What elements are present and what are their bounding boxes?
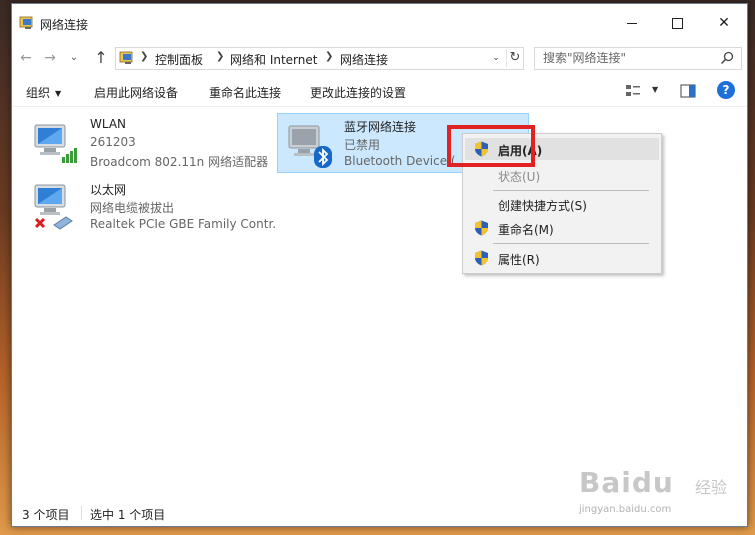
menu-separator bbox=[493, 190, 649, 191]
search-icon[interactable] bbox=[719, 50, 735, 66]
connection-item-ethernet[interactable]: 以太网 网络电缆被拔出 Realtek PCIe GBE Family Cont… bbox=[24, 177, 276, 235]
watermark-brand: Baidu bbox=[579, 466, 674, 499]
menu-item-properties[interactable]: 属性(R) bbox=[465, 247, 659, 269]
menu-item-status[interactable]: 状态(U) bbox=[465, 164, 659, 186]
title-bar: 网络连接 ✕ bbox=[12, 4, 747, 42]
status-divider bbox=[81, 506, 82, 520]
forward-arrow-icon[interactable]: → bbox=[41, 49, 59, 67]
menu-item-rename[interactable]: 重命名(M) bbox=[465, 217, 659, 239]
connection-status: 网络电缆被拔出 bbox=[90, 201, 175, 215]
breadcrumb-network-internet[interactable]: 网络和 Internet bbox=[230, 51, 317, 68]
organize-menu-button[interactable]: 组织 ▼ bbox=[26, 84, 61, 101]
close-button[interactable]: ✕ bbox=[701, 4, 747, 42]
wireless-adapter-icon bbox=[34, 124, 77, 163]
selected-count: 选中 1 个项目 bbox=[90, 508, 166, 522]
breadcrumb-network-connections[interactable]: 网络连接 bbox=[340, 51, 388, 68]
highlight-annotation bbox=[447, 125, 535, 167]
rename-connection-button[interactable]: 重命名此连接 bbox=[209, 84, 281, 101]
address-dropdown-icon[interactable]: ⌄ bbox=[489, 50, 503, 66]
window-title: 网络连接 bbox=[40, 18, 89, 32]
connection-name: WLAN bbox=[90, 117, 127, 131]
bluetooth-adapter-icon bbox=[288, 125, 332, 168]
network-connections-window: 网络连接 ✕ ← → ⌄ ↑ ❯ 控制面板 ❯ 网络和 Internet ❯ 网… bbox=[11, 3, 748, 527]
menu-item-label: 属性(R) bbox=[498, 253, 540, 267]
connection-status: 261203 bbox=[90, 135, 136, 149]
connection-device: Bluetooth Device (P bbox=[344, 154, 456, 168]
menu-separator bbox=[493, 243, 649, 244]
connection-item-wlan[interactable]: WLAN 261203 Broadcom 802.11n 网络适配器 bbox=[24, 113, 274, 171]
search-box[interactable] bbox=[534, 47, 742, 70]
command-bar: 组织 ▼ 启用此网络设备 重命名此连接 更改此连接的设置 ▼ ? bbox=[12, 76, 747, 107]
recent-locations-chevron-icon[interactable]: ⌄ bbox=[65, 49, 83, 67]
breadcrumb-control-panel[interactable]: 控制面板 bbox=[155, 51, 203, 68]
organize-label: 组织 bbox=[26, 86, 51, 100]
change-settings-button[interactable]: 更改此连接的设置 bbox=[310, 84, 406, 101]
connection-device: Broadcom 802.11n 网络适配器 bbox=[90, 155, 269, 169]
connection-name: 以太网 bbox=[90, 183, 127, 197]
control-panel-icon bbox=[119, 51, 133, 64]
breadcrumb-separator-icon[interactable]: ❯ bbox=[140, 51, 148, 62]
minimize-button[interactable] bbox=[609, 4, 655, 42]
menu-item-label: 创建快捷方式(S) bbox=[498, 199, 587, 213]
chevron-down-icon: ▼ bbox=[55, 89, 62, 98]
menu-item-label: 状态(U) bbox=[498, 170, 541, 184]
connection-name: 蓝牙网络连接 bbox=[344, 120, 417, 134]
maximize-button[interactable] bbox=[655, 4, 701, 42]
ethernet-adapter-icon bbox=[34, 184, 73, 230]
menu-item-create-shortcut[interactable]: 创建快捷方式(S) bbox=[465, 193, 659, 215]
preview-pane-icon[interactable] bbox=[680, 84, 696, 98]
address-bar[interactable]: ❯ 控制面板 ❯ 网络和 Internet ❯ 网络连接 ⌄ ↻ bbox=[115, 47, 524, 70]
breadcrumb-separator-icon[interactable]: ❯ bbox=[325, 51, 333, 62]
help-icon[interactable]: ? bbox=[717, 81, 735, 99]
back-arrow-icon[interactable]: ← bbox=[17, 49, 35, 67]
network-folder-icon bbox=[19, 16, 33, 29]
connection-device: Realtek PCIe GBE Family Contr... bbox=[90, 217, 276, 231]
change-view-icon[interactable] bbox=[625, 84, 641, 98]
uac-shield-icon bbox=[475, 220, 488, 236]
watermark-sub: 经验 bbox=[695, 478, 728, 497]
refresh-icon[interactable]: ↻ bbox=[506, 49, 523, 67]
breadcrumb-separator-icon[interactable]: ❯ bbox=[216, 51, 224, 62]
item-count: 3 个项目 bbox=[22, 508, 70, 522]
watermark-url: jingyan.baidu.com bbox=[579, 504, 672, 515]
uac-shield-icon bbox=[475, 250, 488, 266]
up-arrow-icon[interactable]: ↑ bbox=[92, 49, 110, 67]
baidu-watermark: Baidu 经验 jingyan.baidu.com bbox=[567, 464, 747, 524]
view-options-chevron-icon[interactable]: ▼ bbox=[652, 85, 658, 94]
menu-item-label: 重命名(M) bbox=[498, 223, 554, 237]
connection-status: 已禁用 bbox=[344, 138, 381, 152]
search-input[interactable] bbox=[535, 48, 723, 67]
enable-device-button[interactable]: 启用此网络设备 bbox=[94, 84, 178, 101]
navigation-bar: ← → ⌄ ↑ ❯ 控制面板 ❯ 网络和 Internet ❯ 网络连接 ⌄ ↻ bbox=[12, 42, 747, 74]
